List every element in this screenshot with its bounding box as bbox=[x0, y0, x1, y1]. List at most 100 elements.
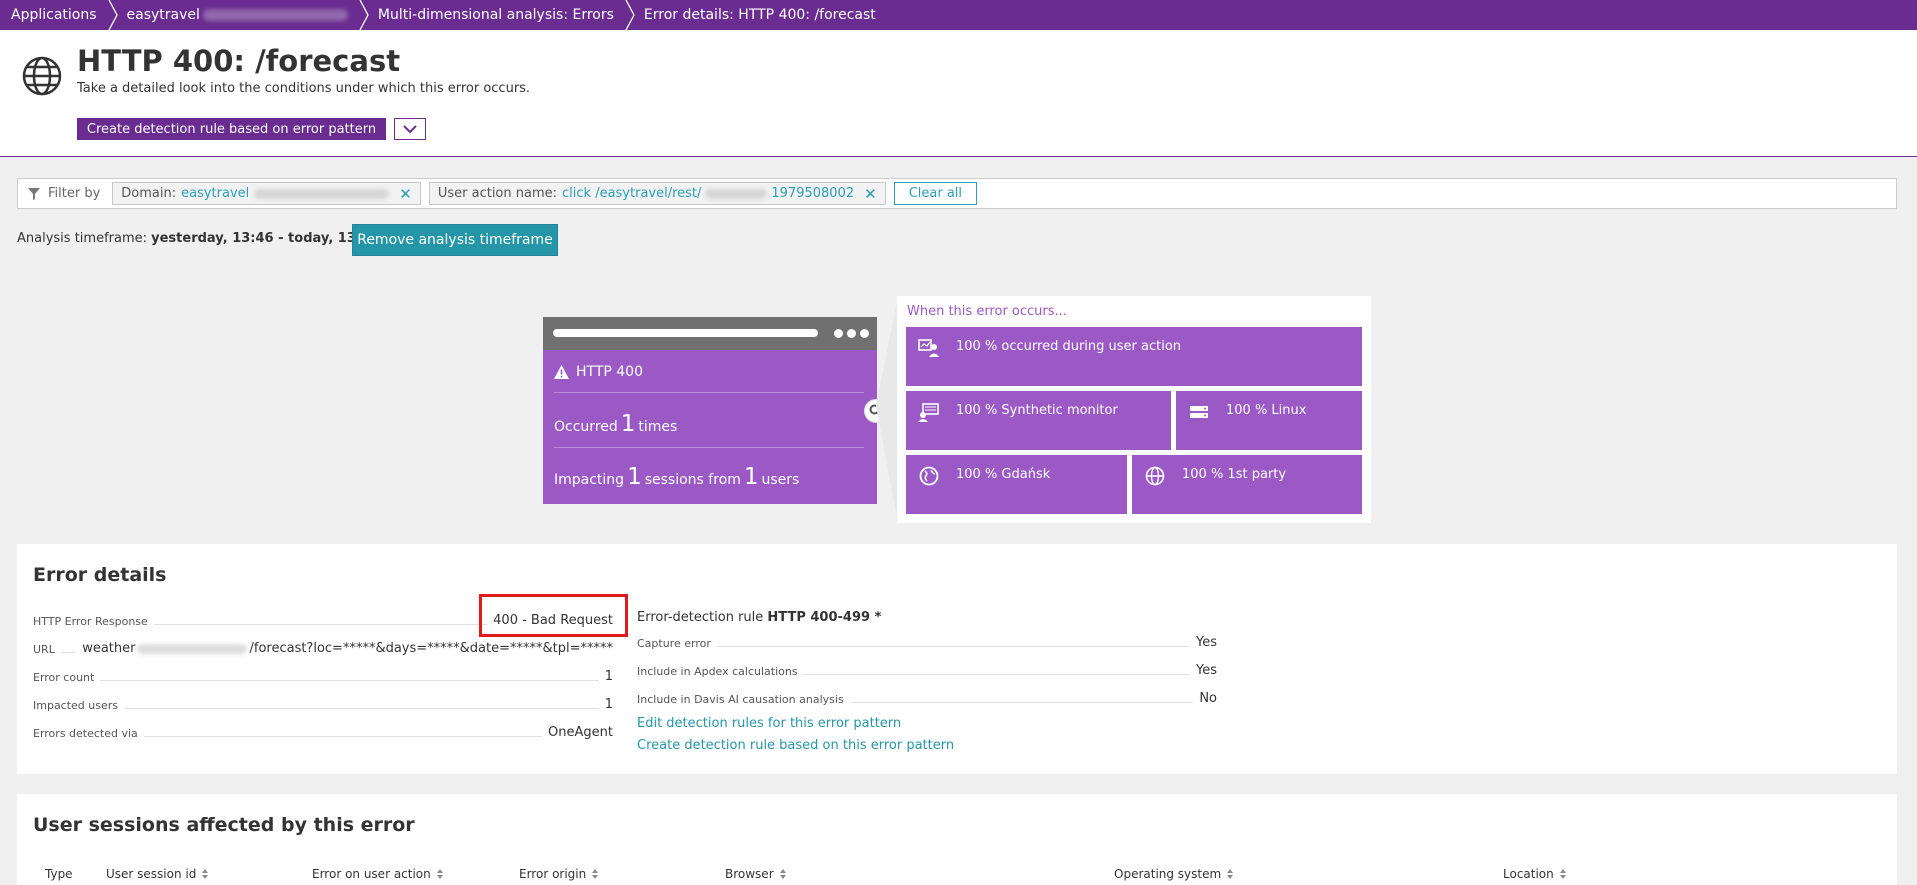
detail-row-error-count: Error count 1 bbox=[33, 668, 613, 684]
tile-label: 100 % Synthetic monitor bbox=[956, 403, 1118, 418]
redacted-text bbox=[137, 643, 248, 654]
detail-row-url: URL weather /forecast?loc=*****&days=***… bbox=[33, 640, 613, 656]
column-header-error-origin[interactable]: Error origin bbox=[519, 867, 599, 881]
breadcrumb-applications[interactable]: Applications bbox=[0, 0, 118, 30]
leader-line bbox=[716, 646, 1190, 647]
leader-line bbox=[100, 680, 599, 681]
browser-dot bbox=[860, 329, 869, 338]
filter-chip-domain[interactable]: Domain: easytravel ✕ bbox=[112, 182, 421, 205]
url-prefix: weather bbox=[82, 641, 136, 656]
breadcrumb: Applications easytravel Multi-dimensiona… bbox=[0, 0, 1917, 30]
tile-label: 100 % Linux bbox=[1226, 403, 1307, 418]
detail-row-detected-via: Errors detected via OneAgent bbox=[33, 724, 613, 740]
rule-value: Yes bbox=[1196, 663, 1217, 678]
rule-prefix: Error-detection rule bbox=[637, 610, 764, 625]
rule-value: Yes bbox=[1196, 635, 1217, 650]
breadcrumb-label: Multi-dimensional analysis: Errors bbox=[377, 7, 614, 23]
error-details-title: Error details bbox=[33, 564, 167, 586]
remove-filter-icon[interactable]: ✕ bbox=[864, 185, 877, 203]
occurred-count: 1 bbox=[620, 411, 636, 437]
globe-icon bbox=[22, 56, 62, 96]
rule-row-apdex: Include in Apdex calculations Yes bbox=[637, 662, 1217, 678]
filter-bar[interactable]: Filter by Domain: easytravel ✕ User acti… bbox=[17, 178, 1897, 209]
url-value: weather /forecast?loc=*****&days=*****&d… bbox=[82, 641, 613, 656]
column-header-browser[interactable]: Browser bbox=[725, 867, 786, 881]
users-count: 1 bbox=[743, 464, 759, 490]
column-header-type: Type bbox=[45, 867, 73, 881]
column-label: Location bbox=[1503, 867, 1554, 881]
breadcrumb-current: Error details: HTTP 400: /forecast bbox=[632, 0, 894, 30]
rule-label: Capture error bbox=[637, 637, 711, 650]
location-globe-icon bbox=[919, 466, 939, 486]
connector-wedge bbox=[876, 296, 898, 523]
breadcrumb-label: Error details: HTTP 400: /forecast bbox=[643, 7, 876, 23]
highlight-box bbox=[479, 594, 628, 637]
more-options-dropdown-button[interactable] bbox=[394, 118, 426, 140]
divider bbox=[554, 447, 864, 448]
tile-os-linux[interactable]: 100 % Linux bbox=[1176, 391, 1362, 450]
tile-first-party[interactable]: 100 % 1st party bbox=[1132, 455, 1362, 514]
sort-icon bbox=[1559, 869, 1566, 879]
user-sessions-card bbox=[17, 794, 1897, 885]
occurred-prefix: Occurred bbox=[554, 419, 618, 435]
browser-url-bar bbox=[553, 329, 818, 337]
sessions-count: 1 bbox=[627, 464, 642, 490]
breadcrumb-label: Applications bbox=[11, 7, 97, 23]
filter-label: Filter by bbox=[48, 186, 101, 201]
sort-icon bbox=[1227, 869, 1234, 879]
column-header-location[interactable]: Location bbox=[1503, 867, 1566, 881]
rule-value: No bbox=[1199, 691, 1217, 706]
redacted-text bbox=[254, 188, 390, 199]
timeframe-label: Analysis timeframe: bbox=[17, 231, 147, 246]
chip-value: easytravel bbox=[181, 186, 250, 201]
occurred-row: Occurred 1 times bbox=[554, 411, 864, 437]
breadcrumb-mda-errors[interactable]: Multi-dimensional analysis: Errors bbox=[366, 0, 635, 30]
breadcrumb-label: easytravel bbox=[126, 7, 200, 23]
column-header-error-on-user-action[interactable]: Error on user action bbox=[312, 867, 443, 881]
leader-line bbox=[124, 708, 599, 709]
tile-location[interactable]: 100 % Gdańsk bbox=[906, 455, 1127, 514]
chip-value-suffix: 1979508002 bbox=[771, 186, 855, 201]
tile-label: 100 % Gdańsk bbox=[956, 467, 1051, 482]
create-detection-rule-link[interactable]: Create detection rule based on this erro… bbox=[637, 738, 954, 753]
filter-chip-user-action[interactable]: User action name: click /easytravel/rest… bbox=[428, 182, 886, 205]
detail-label: Impacted users bbox=[33, 699, 119, 712]
detection-rule-title: Error-detection rule HTTP 400-499 * bbox=[637, 610, 881, 625]
globe-icon bbox=[1145, 466, 1165, 486]
rule-row-capture: Capture error Yes bbox=[637, 634, 1217, 650]
error-name-row: HTTP 400 bbox=[554, 364, 864, 380]
leader-line bbox=[143, 736, 543, 737]
column-header-operating-system[interactable]: Operating system bbox=[1114, 867, 1234, 881]
impact-row: Impacting 1 sessions from 1 users bbox=[554, 464, 864, 490]
detail-value: 1 bbox=[604, 697, 613, 712]
page-header: HTTP 400: /forecast Take a detailed look… bbox=[0, 30, 1917, 157]
column-header-user-session-id[interactable]: User session id bbox=[106, 867, 209, 881]
detail-label: Errors detected via bbox=[33, 727, 138, 740]
synthetic-monitor-icon bbox=[918, 403, 939, 422]
remove-analysis-timeframe-button[interactable]: Remove analysis timeframe bbox=[352, 224, 558, 256]
tile-synthetic-monitor[interactable]: 100 % Synthetic monitor bbox=[906, 391, 1171, 450]
edit-detection-rules-link[interactable]: Edit detection rules for this error patt… bbox=[637, 716, 901, 731]
tile-user-action[interactable]: 100 % occurred during user action bbox=[906, 327, 1362, 386]
divider bbox=[554, 392, 864, 393]
browser-dot bbox=[834, 329, 843, 338]
leader-line bbox=[60, 652, 77, 653]
detail-label: Error count bbox=[33, 671, 95, 684]
remove-filter-icon[interactable]: ✕ bbox=[399, 185, 412, 203]
create-detection-rule-button[interactable]: Create detection rule based on error pat… bbox=[77, 118, 386, 140]
warning-icon bbox=[554, 365, 569, 379]
sort-icon bbox=[592, 869, 599, 879]
rule-label: Include in Davis AI causation analysis bbox=[637, 693, 844, 706]
breadcrumb-application[interactable]: easytravel bbox=[115, 0, 369, 30]
chip-value: click /easytravel/rest/ bbox=[562, 186, 702, 201]
clear-all-button[interactable]: Clear all bbox=[893, 182, 978, 205]
leader-line bbox=[803, 674, 1190, 675]
detail-label: HTTP Error Response bbox=[33, 615, 148, 628]
column-label: Operating system bbox=[1114, 867, 1222, 881]
tile-label: 100 % 1st party bbox=[1182, 467, 1287, 482]
leader-line bbox=[153, 624, 488, 625]
leader-line bbox=[849, 702, 1194, 703]
user-sessions-title: User sessions affected by this error bbox=[33, 814, 415, 836]
detail-label: URL bbox=[33, 643, 55, 656]
rule-name: HTTP 400-499 * bbox=[767, 610, 882, 625]
